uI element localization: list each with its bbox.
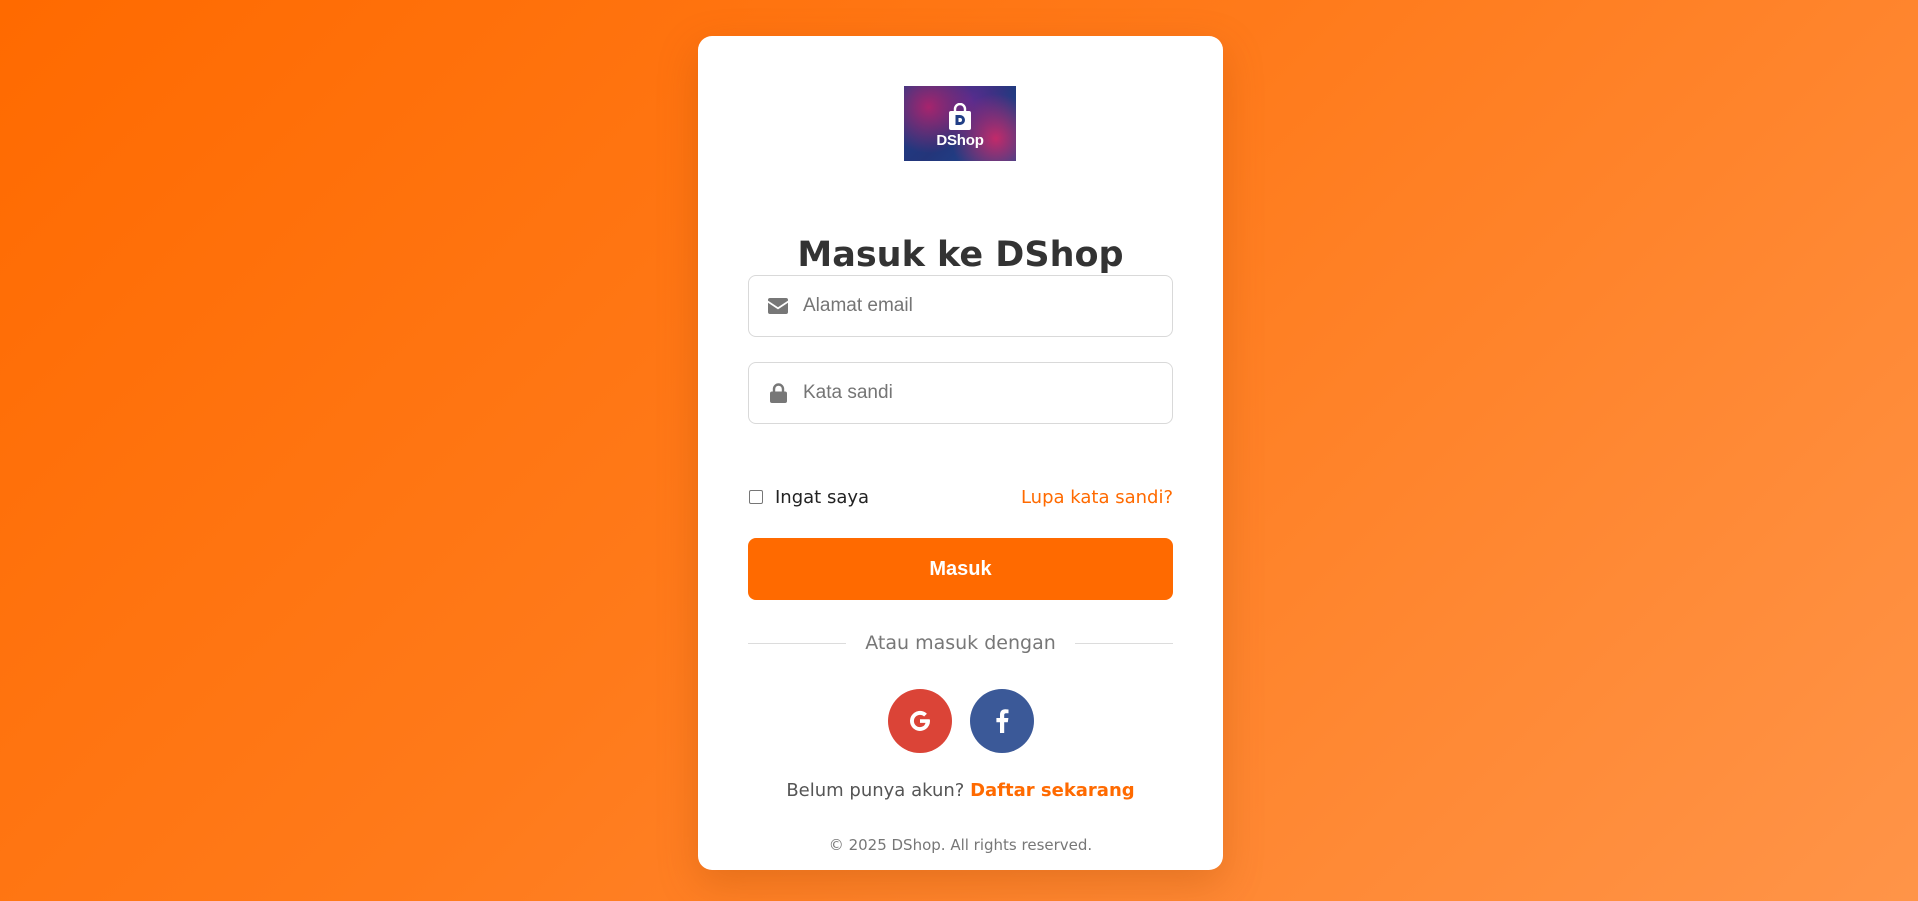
- login-options: Ingat saya Lupa kata sandi?: [748, 482, 1173, 512]
- login-card: DShop Masuk ke DShop Ingat saya Lupa kat…: [698, 36, 1223, 870]
- divider-text: Atau masuk dengan: [865, 632, 1056, 654]
- social-login: [698, 689, 1223, 753]
- divider-line-right: [1074, 642, 1174, 644]
- email-input[interactable]: [803, 276, 1172, 336]
- password-input[interactable]: [803, 363, 1172, 423]
- facebook-login-button[interactable]: [969, 689, 1034, 753]
- page-title: Masuk ke DShop: [797, 235, 1124, 275]
- remember-checkbox[interactable]: [749, 490, 763, 504]
- remember-label: Ingat saya: [775, 486, 870, 508]
- forgot-password-link[interactable]: Lupa kata sandi?: [1021, 487, 1173, 508]
- envelope-icon: [767, 295, 789, 317]
- password-field[interactable]: [748, 362, 1173, 424]
- facebook-icon: [995, 709, 1008, 733]
- shopping-bag-icon: [949, 103, 971, 130]
- signup-row: Belum punya akun? Daftar sekarang: [698, 780, 1223, 801]
- copyright: © 2025 DShop. All rights reserved.: [828, 836, 1093, 854]
- lock-icon: [767, 382, 789, 404]
- signup-prompt: Belum punya akun?: [786, 780, 965, 801]
- divider: Atau masuk dengan: [748, 628, 1174, 658]
- login-button[interactable]: Masuk: [748, 538, 1173, 600]
- divider-line-left: [748, 642, 847, 644]
- email-field[interactable]: [748, 275, 1173, 337]
- google-login-button[interactable]: [887, 689, 952, 753]
- google-icon: [909, 710, 930, 731]
- signup-link[interactable]: Daftar sekarang: [970, 780, 1135, 801]
- dshop-logo: DShop: [904, 86, 1016, 161]
- logo-text: DShop: [936, 132, 984, 149]
- remember-me[interactable]: Ingat saya: [748, 487, 869, 508]
